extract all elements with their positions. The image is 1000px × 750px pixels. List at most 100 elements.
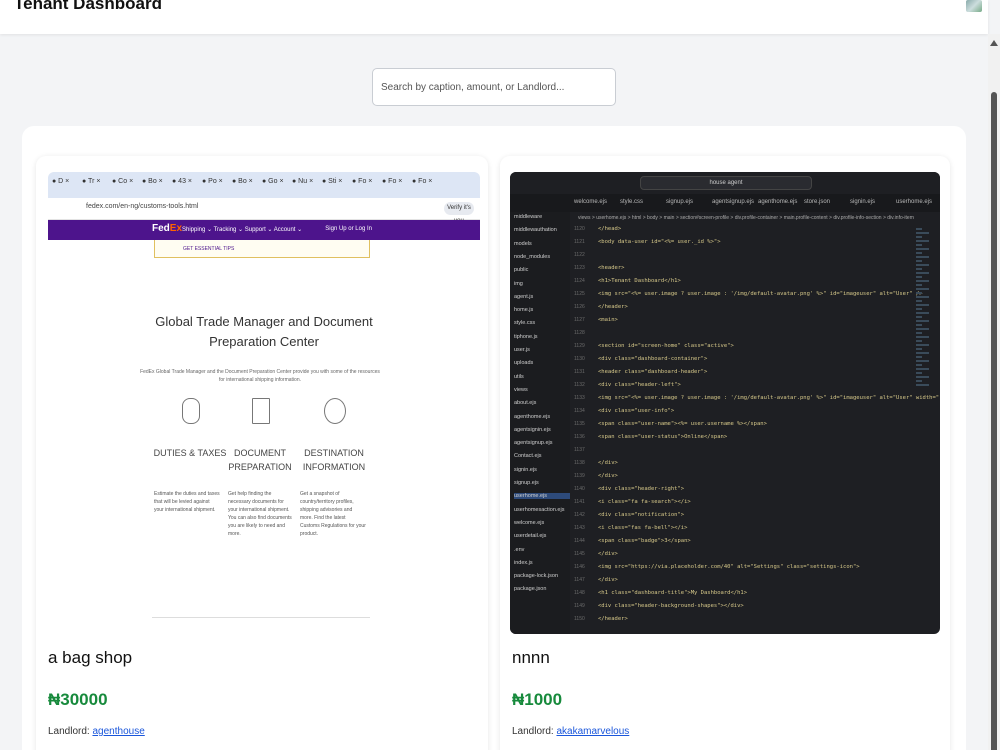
editor-tab: agentsignup.ejs [712, 199, 755, 205]
page-scrollbar[interactable] [988, 34, 1000, 750]
editor-tab: userhome.ejs [896, 199, 933, 205]
explorer-file: agent.js [514, 293, 534, 300]
line-number: 1128 [574, 330, 585, 336]
minimap-line [916, 368, 929, 370]
explorer-file: agentsignup.ejs [514, 440, 553, 447]
browser-profile-button: Verify it's you [444, 202, 474, 224]
fedex-heading: Global Trade Manager and Document Prepar… [155, 314, 373, 349]
explorer-file: signin.ejs [514, 466, 537, 473]
minimap-line [916, 320, 929, 322]
editor-title-bar: house agent [510, 172, 940, 194]
fedex-banner: GET ESSENTIAL TIPS [154, 240, 370, 258]
line-number: 1123 [574, 265, 585, 271]
minimap-line [916, 264, 929, 266]
line-number: 1140 [574, 486, 585, 492]
code-line: <div class="dashboard-container"> [598, 356, 708, 362]
line-number: 1139 [574, 473, 585, 479]
browser-tab: ● Fo × [352, 178, 373, 185]
minimap-line [916, 312, 929, 314]
code-line: <h1>Tenant Dashboard</h1> [598, 278, 681, 284]
line-number: 1121 [574, 239, 585, 245]
listing-card[interactable]: ● D × ● Tr × ● Co × ● Bo × ● 43 × ● Po × ● Bo … [36, 156, 488, 750]
line-number: 1127 [574, 317, 585, 323]
minimap-line [916, 292, 922, 294]
search-input[interactable] [372, 68, 616, 106]
explorer-file: user.js [514, 347, 530, 353]
landlord-link[interactable]: akakamarvelous [556, 726, 629, 737]
listing-image[interactable]: house agent welcome.ejs style.css signup.e… [510, 172, 940, 634]
minimap-line [916, 380, 922, 382]
browser-tab: ● Po × [202, 178, 223, 185]
line-number: 1142 [574, 512, 585, 518]
minimap-line [916, 316, 922, 318]
code-line: <header class="dashboard-header"> [598, 369, 708, 375]
explorer-file: img [514, 280, 523, 287]
minimap-line [916, 352, 929, 354]
code-line: <div class="header-background-shapes"></… [598, 603, 744, 609]
code-line: <section id="screen-home" class="active"… [598, 343, 734, 349]
listing-caption: a bag shop [48, 648, 133, 667]
listing-image[interactable]: ● D × ● Tr × ● Co × ● Bo × ● 43 × ● Po × ● Bo … [48, 172, 480, 634]
explorer-file: agenthome.ejs [514, 413, 551, 420]
minimap-line [916, 336, 929, 338]
code-line: </div> [598, 551, 618, 557]
minimap-line [916, 260, 922, 262]
line-number: 1147 [574, 577, 585, 583]
explorer-file: agentsignin.ejs [514, 426, 551, 433]
code-line: <body data-user id="<%= user._id %>"> [598, 239, 721, 245]
browser-tab: ● Sti × [322, 178, 343, 185]
landlord-link[interactable]: agenthouse [92, 726, 144, 737]
line-number: 1148 [574, 590, 585, 596]
minimap-line [916, 240, 929, 242]
explorer-file: welcome.ejs [514, 519, 545, 526]
listing-amount: ₦1000 [512, 690, 563, 709]
browser-tab: ● Fo × [382, 178, 403, 185]
line-number: 1136 [574, 434, 585, 440]
line-number: 1143 [574, 525, 585, 531]
scrollbar-thumb[interactable] [991, 92, 997, 750]
app-header: Tenant Dashboard [0, 0, 988, 34]
scroll-up-arrow-icon[interactable] [990, 40, 998, 46]
minimap-line [916, 296, 929, 298]
browser-tab: ● Co × [112, 178, 134, 185]
code-line: <header> [598, 265, 625, 271]
fedex-nav-bar: FedEx Shipping ⌄ Tracking ⌄ Support ⌄ Ac… [48, 220, 480, 240]
minimap-line [916, 236, 922, 238]
explorer-file: node_modules [514, 253, 551, 260]
browser-tab: ● 43 × [172, 178, 192, 185]
code-line: <div class="header-left"> [598, 382, 681, 388]
editor-tab: welcome.ejs [574, 199, 608, 205]
browser-tab: ● Tr × [82, 178, 101, 185]
line-number: 1126 [574, 304, 585, 310]
column-title: DUTIES & TAXES [153, 448, 227, 458]
listing-landlord: Landlord: akakamarvelous [512, 726, 630, 737]
code-line: </div> [598, 460, 618, 466]
line-number: 1122 [574, 252, 585, 258]
explorer-file: middleware [514, 214, 543, 220]
minimap-line [916, 332, 922, 334]
editor-file-explorer: middleware middlewauthation models node_mod… [510, 212, 570, 634]
minimap-line [916, 252, 922, 254]
user-avatar-icon[interactable] [966, 0, 982, 12]
line-number: 1149 [574, 603, 585, 609]
explorer-file: .env [514, 546, 525, 553]
code-line: </head> [598, 226, 622, 232]
browser-tab-strip: ● D × ● Tr × ● Co × ● Bo × ● 43 × ● Po × ● Bo … [48, 172, 480, 198]
explorer-file: public [514, 267, 529, 274]
code-line: </header> [598, 304, 628, 310]
browser-tab: ● Go × [262, 178, 284, 185]
line-number: 1150 [574, 616, 585, 622]
code-line: <img src="https://via.placeholder.com/40… [598, 564, 860, 570]
minimap-line [916, 364, 922, 366]
fedex-menu: Shipping ⌄ Tracking ⌄ Support ⌄ Account … [182, 227, 303, 233]
line-number: 1130 [574, 356, 585, 362]
code-line: <img src="<%= user.image ? user.image : … [598, 395, 940, 401]
code-line: </div> [598, 577, 618, 583]
minimap-line [916, 228, 922, 230]
listing-caption: nnnn [512, 648, 550, 667]
editor-search: house agent [640, 176, 812, 190]
line-number: 1129 [574, 343, 585, 349]
editor-tab: signup.ejs [666, 199, 694, 205]
line-number: 1125 [574, 291, 585, 297]
listing-card[interactable]: house agent welcome.ejs style.css signup.e… [500, 156, 950, 750]
